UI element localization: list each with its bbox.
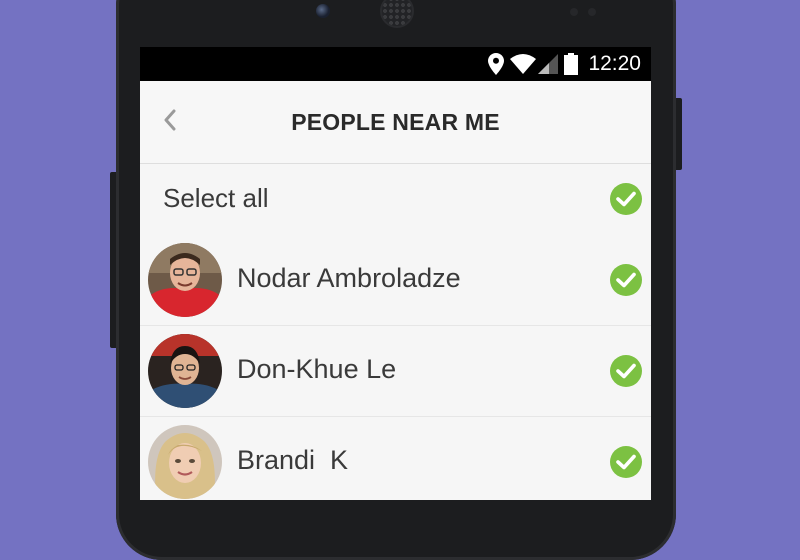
person-name: Nodar Ambroladze xyxy=(237,263,461,293)
checkmark-icon xyxy=(616,454,636,470)
phone-screen: 12:20 PEOPLE NEAR ME Select all Nodar Am… xyxy=(140,47,651,500)
status-bar: 12:20 xyxy=(140,47,651,81)
avatar xyxy=(148,334,222,408)
location-icon xyxy=(488,53,505,75)
list-item[interactable]: Brandi K xyxy=(140,417,651,500)
checkmark-icon xyxy=(616,363,636,379)
battery-icon xyxy=(564,53,579,75)
list-item[interactable]: Don-Khue Le xyxy=(140,326,651,417)
page-title: PEOPLE NEAR ME xyxy=(291,109,500,135)
select-all-checkbox[interactable] xyxy=(610,183,642,215)
light-sensor xyxy=(588,8,596,16)
checkmark-icon xyxy=(616,272,636,288)
proximity-sensor xyxy=(570,8,578,16)
cell-signal-icon xyxy=(538,54,559,74)
avatar xyxy=(148,243,222,317)
person-checkbox[interactable] xyxy=(610,446,642,478)
avatar xyxy=(148,425,222,499)
earpiece-speaker xyxy=(380,0,414,28)
status-time: 12:20 xyxy=(588,52,641,75)
app-bar: PEOPLE NEAR ME xyxy=(140,81,651,164)
select-all-label: Select all xyxy=(163,183,269,213)
person-name: Don-Khue Le xyxy=(237,354,397,384)
person-name: Brandi K xyxy=(237,445,349,475)
list-item[interactable]: Nodar Ambroladze xyxy=(140,235,651,326)
front-camera xyxy=(316,4,330,18)
wifi-icon xyxy=(510,54,537,74)
person-checkbox[interactable] xyxy=(610,355,642,387)
person-checkbox[interactable] xyxy=(610,264,642,296)
checkmark-icon xyxy=(616,191,636,207)
select-all-row[interactable]: Select all xyxy=(140,164,651,235)
